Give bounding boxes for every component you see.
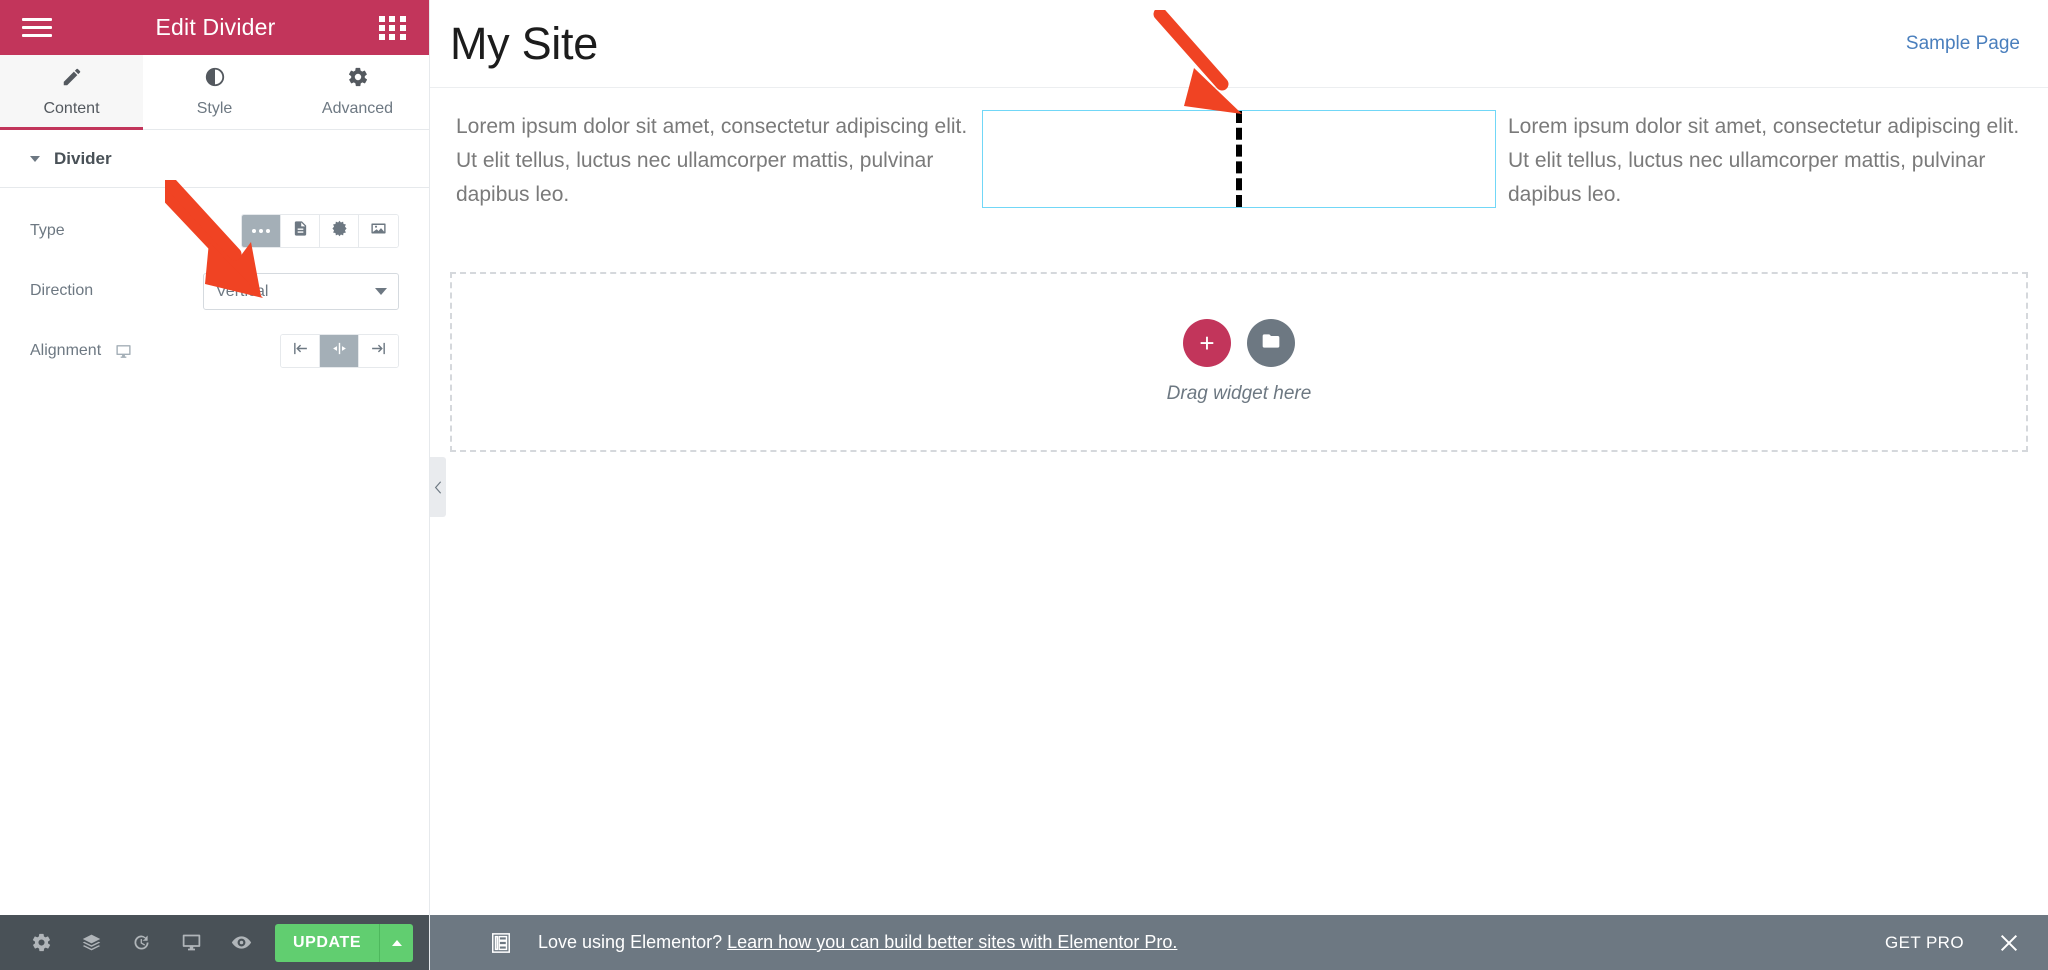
- alignment-option-center[interactable]: [320, 335, 359, 367]
- grid-icon[interactable]: [379, 15, 407, 40]
- nav-link-sample-page[interactable]: Sample Page: [1906, 33, 2020, 55]
- vertical-divider-line: [1236, 111, 1242, 207]
- update-button-group: UPDATE: [274, 923, 413, 962]
- column-right-text: Lorem ipsum dolor sit amet, consectetur …: [1508, 115, 2020, 207]
- control-direction: Direction Vertical: [30, 268, 399, 314]
- site-header: My Site Sample Page: [430, 0, 2048, 88]
- panel-collapse-button[interactable]: [430, 457, 446, 517]
- control-type-label-wrap: Type: [30, 222, 241, 240]
- image-icon: [370, 220, 387, 242]
- tab-style-label: Style: [196, 100, 233, 117]
- column-middle: [976, 110, 1502, 208]
- caret-up-icon: [391, 939, 402, 946]
- control-alignment-label-wrap: Alignment: [30, 342, 280, 360]
- hamburger-icon[interactable]: [22, 18, 52, 37]
- tab-content[interactable]: Content: [0, 55, 143, 130]
- type-option-dots[interactable]: [242, 215, 281, 247]
- panel-title: Edit Divider: [155, 14, 276, 40]
- drop-zone-section[interactable]: + Drag widget here: [450, 272, 2028, 453]
- folder-icon: [1261, 331, 1281, 356]
- monitor-icon[interactable]: [115, 343, 132, 360]
- type-option-image[interactable]: [359, 215, 398, 247]
- direction-select[interactable]: Vertical: [203, 272, 399, 310]
- dots-icon: [252, 229, 270, 233]
- update-options-button[interactable]: [379, 923, 413, 962]
- chevron-down-icon: [30, 155, 40, 162]
- document-icon: [292, 220, 309, 242]
- direction-select-wrap: Vertical: [203, 272, 399, 310]
- alignment-option-right[interactable]: [359, 335, 398, 367]
- pencil-icon: [61, 66, 83, 93]
- elementor-editor: Edit Divider Content Style Advanced Divi…: [0, 0, 2048, 970]
- promo-notice-content: Love using Elementor? Learn how you can …: [490, 932, 1885, 954]
- type-choices: [241, 214, 399, 248]
- panel-footer: UPDATE: [0, 915, 429, 970]
- tab-style[interactable]: Style: [143, 55, 286, 129]
- tab-content-label: Content: [43, 100, 100, 117]
- get-pro-button[interactable]: GET PRO: [1885, 933, 1964, 953]
- control-alignment-label: Alignment: [30, 342, 102, 359]
- responsive-monitor-icon[interactable]: [167, 915, 217, 970]
- history-icon[interactable]: [116, 915, 166, 970]
- column-left: Lorem ipsum dolor sit amet, consectetur …: [450, 110, 976, 212]
- plus-icon: +: [1199, 328, 1215, 359]
- add-widget-button[interactable]: +: [1183, 319, 1231, 368]
- control-alignment: Alignment: [30, 328, 399, 374]
- contrast-icon: [204, 66, 226, 93]
- site-title: My Site: [450, 17, 598, 69]
- align-center-icon: [331, 340, 348, 362]
- alignment-choices: [280, 334, 399, 368]
- column-right: Lorem ipsum dolor sit amet, consectetur …: [1502, 110, 2028, 212]
- type-option-document[interactable]: [281, 215, 320, 247]
- control-type-label: Type: [30, 222, 65, 239]
- promo-prefix: Love using Elementor?: [538, 932, 723, 952]
- alignment-option-left[interactable]: [281, 335, 320, 367]
- section-divider-title: Divider: [54, 148, 112, 168]
- control-direction-label: Direction: [30, 282, 94, 299]
- tab-advanced-label: Advanced: [321, 100, 394, 117]
- control-type: Type: [30, 208, 399, 254]
- drop-zone-label: Drag widget here: [1166, 383, 1312, 405]
- columns-section: Lorem ipsum dolor sit amet, consectetur …: [430, 88, 2048, 212]
- preview-eye-icon[interactable]: [217, 915, 267, 970]
- drop-zone-buttons: +: [1183, 319, 1295, 368]
- promo-notice-bar: Love using Elementor? Learn how you can …: [430, 915, 2048, 970]
- tab-advanced[interactable]: Advanced: [286, 55, 429, 129]
- gear-icon: [347, 66, 369, 93]
- close-icon[interactable]: [1998, 932, 2020, 954]
- section-divider-header[interactable]: Divider: [0, 130, 429, 188]
- starburst-icon: [331, 220, 348, 242]
- update-button[interactable]: UPDATE: [274, 923, 380, 962]
- align-left-icon: [292, 340, 309, 362]
- promo-link[interactable]: Learn how you can build better sites wit…: [727, 932, 1177, 952]
- editor-panel: Edit Divider Content Style Advanced Divi…: [0, 0, 430, 970]
- promo-notice-text: Love using Elementor? Learn how you can …: [538, 932, 1177, 953]
- preview-canvas: My Site Sample Page Lorem ipsum dolor si…: [430, 0, 2048, 970]
- control-direction-label-wrap: Direction: [30, 282, 203, 300]
- panel-tabs: Content Style Advanced: [0, 55, 429, 130]
- type-option-pattern[interactable]: [320, 215, 359, 247]
- elementor-logo-icon: [490, 932, 512, 954]
- panel-header: Edit Divider: [0, 0, 429, 55]
- divider-controls: Type Direction Vertical Alignment: [0, 188, 429, 388]
- column-left-text: Lorem ipsum dolor sit amet, consectetur …: [456, 115, 968, 207]
- divider-widget[interactable]: [982, 110, 1496, 208]
- add-template-button[interactable]: [1247, 319, 1295, 368]
- settings-icon[interactable]: [16, 915, 66, 970]
- align-right-icon: [370, 340, 387, 362]
- layers-icon[interactable]: [66, 915, 116, 970]
- chevron-left-icon: [434, 480, 441, 494]
